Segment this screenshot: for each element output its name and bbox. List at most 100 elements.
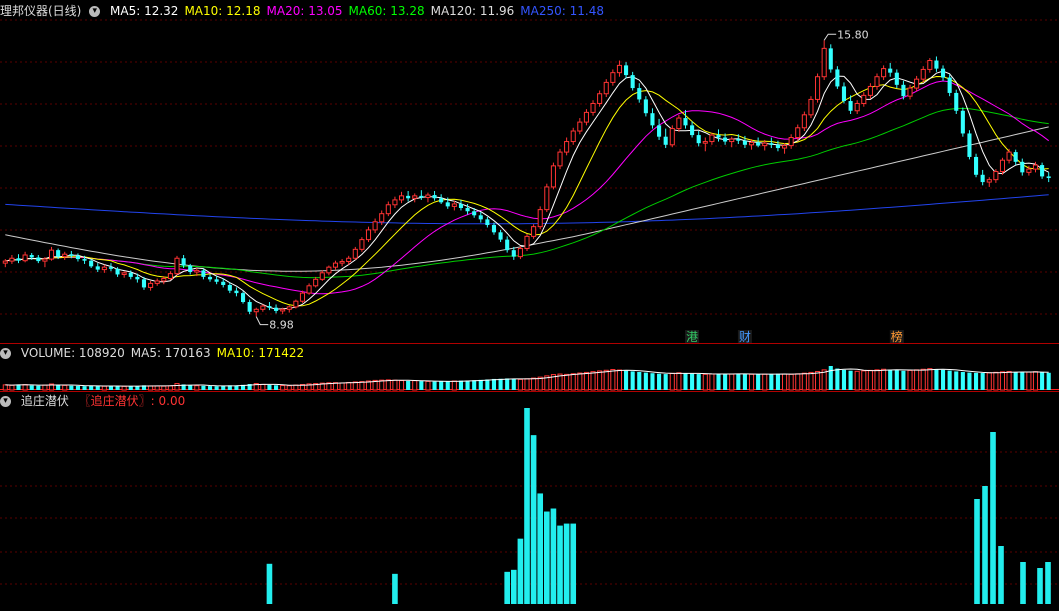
candle-body bbox=[1040, 165, 1045, 177]
candle-body bbox=[650, 113, 655, 126]
volume-bar bbox=[1040, 372, 1045, 390]
volume-bar bbox=[221, 385, 226, 390]
volume-bar bbox=[874, 369, 880, 391]
candle-body bbox=[993, 171, 999, 181]
volume-bar bbox=[986, 372, 992, 391]
candle-body bbox=[36, 257, 41, 262]
candle-body bbox=[425, 194, 431, 198]
event-marker-2: 榜 bbox=[891, 329, 903, 344]
main-chart-header: 理邦仪器(日线) ▾ MA5: 12.32 MA10: 12.18 MA20: 13… bbox=[0, 3, 616, 19]
volume-bar bbox=[491, 378, 497, 390]
volume-bar bbox=[570, 373, 576, 391]
candle-body bbox=[564, 141, 570, 153]
volume-bar bbox=[980, 373, 985, 390]
candle-body bbox=[42, 258, 48, 262]
candle-body bbox=[947, 77, 952, 93]
candle-body bbox=[148, 282, 154, 288]
volume-bar bbox=[1032, 371, 1039, 391]
volume-bar bbox=[69, 385, 74, 390]
candle-body bbox=[306, 285, 312, 294]
volume-bar bbox=[815, 370, 821, 391]
candle-body bbox=[352, 248, 358, 259]
candle-body bbox=[986, 179, 992, 183]
volume-bar bbox=[89, 385, 94, 390]
volume-bar bbox=[690, 373, 695, 390]
candle-body bbox=[491, 225, 497, 233]
candle-body bbox=[313, 278, 319, 287]
volume-bar bbox=[881, 368, 887, 391]
volume-bar bbox=[260, 383, 266, 391]
candle-body bbox=[874, 76, 880, 87]
candle-body bbox=[723, 137, 728, 142]
indicator-name: 追庄潜伏 bbox=[20, 394, 69, 408]
indicator-bar bbox=[982, 486, 988, 604]
candle-body bbox=[398, 195, 405, 201]
volume-bar bbox=[960, 372, 965, 390]
volume-bar bbox=[537, 376, 543, 391]
ma10-line bbox=[5, 75, 1049, 307]
volume-bar bbox=[577, 372, 583, 391]
candle-body bbox=[583, 111, 589, 123]
volume-bar bbox=[947, 370, 952, 390]
volume-bar bbox=[339, 382, 345, 391]
volume-bar bbox=[795, 373, 801, 391]
candle-body bbox=[1046, 176, 1051, 179]
candle-body bbox=[940, 68, 946, 78]
volume-bar bbox=[75, 385, 80, 390]
candle-body bbox=[48, 249, 55, 260]
volume-bar bbox=[412, 380, 418, 391]
indicator-bar bbox=[510, 569, 517, 604]
candle-body bbox=[207, 276, 213, 280]
candle-body bbox=[75, 255, 80, 260]
candle-body bbox=[775, 144, 780, 149]
volume-bar bbox=[517, 378, 523, 391]
candle-body bbox=[221, 281, 226, 285]
chevron-down-icon[interactable]: ▾ bbox=[89, 6, 101, 17]
indicator-bar bbox=[524, 408, 530, 604]
volume-bar bbox=[445, 381, 450, 390]
volume-bar bbox=[207, 386, 213, 390]
volume-bar bbox=[419, 381, 424, 390]
indicator-bar bbox=[266, 563, 273, 604]
volume-bar bbox=[788, 373, 794, 391]
candle-body bbox=[62, 253, 68, 258]
candle-body bbox=[841, 86, 847, 102]
candle-body bbox=[914, 78, 920, 89]
candle-body bbox=[835, 69, 840, 87]
candle-body bbox=[861, 94, 867, 104]
ma-label-1: MA10: 12.18 bbox=[184, 4, 261, 18]
chevron-down-icon[interactable]: ▾ bbox=[0, 348, 11, 359]
candle-body bbox=[128, 272, 133, 277]
indicator-bar bbox=[392, 573, 398, 604]
volume-bar bbox=[782, 373, 788, 391]
volume-bar bbox=[650, 373, 655, 390]
candle-body bbox=[174, 257, 180, 275]
candle-body bbox=[82, 259, 87, 261]
chevron-down-icon[interactable]: ▾ bbox=[0, 396, 11, 407]
candle-body bbox=[867, 85, 873, 96]
volume-bar bbox=[174, 383, 180, 391]
candle-body bbox=[339, 260, 345, 264]
indicator-bar bbox=[537, 493, 544, 604]
candle-body bbox=[141, 279, 147, 288]
candle-body bbox=[167, 273, 173, 280]
stock-chart-canvas[interactable]: 15.80 8.98 港 财 榜 bbox=[0, 0, 1059, 611]
candle-body bbox=[894, 72, 899, 85]
volume-bar bbox=[392, 379, 398, 391]
volume-bar bbox=[934, 369, 939, 390]
volume-bar bbox=[828, 366, 833, 390]
candle-body bbox=[544, 186, 550, 211]
volume-bar bbox=[465, 380, 470, 390]
candle-body bbox=[240, 293, 246, 303]
volume-bar bbox=[729, 373, 735, 391]
candle-body bbox=[696, 135, 701, 144]
candle-body bbox=[458, 203, 464, 209]
candle-body bbox=[531, 226, 537, 237]
volume-bar bbox=[616, 369, 622, 391]
volume-bar bbox=[808, 371, 814, 391]
candle-body bbox=[505, 239, 510, 251]
candle-body bbox=[676, 117, 682, 130]
volume-bar bbox=[637, 372, 642, 390]
candle-body bbox=[974, 156, 979, 175]
indicator-bar bbox=[974, 499, 980, 604]
